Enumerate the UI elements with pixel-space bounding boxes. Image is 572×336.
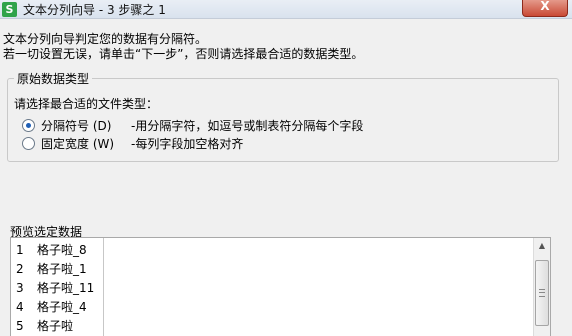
group-legend: 原始数据类型 <box>14 70 93 87</box>
window-title: 文本分列向导 - 3 步骤之 1 <box>23 3 166 17</box>
row-text: 格子啦_4 <box>37 300 87 314</box>
radio-fixed-width[interactable]: 固定宽度 (W) -每列字段加空格对齐 <box>22 135 243 151</box>
scrollbar-thumb[interactable] <box>535 260 549 326</box>
row-number: 3 <box>16 281 24 295</box>
vertical-scrollbar[interactable]: ▲ <box>533 238 550 336</box>
preview-row: 1 格子啦_8 <box>11 241 103 260</box>
row-number: 1 <box>16 243 24 257</box>
preview-pane[interactable]: 1 格子啦_8 2 格子啦_1 3 格子啦_11 4 格子啦_4 5 格子啦 ▲ <box>10 237 551 336</box>
radio-delimited[interactable]: 分隔符号 (D) -用分隔字符，如逗号或制表符分隔每个字段 <box>22 117 363 133</box>
radio-button-checked-icon[interactable] <box>22 119 35 132</box>
radio-button-unchecked-icon[interactable] <box>22 137 35 150</box>
scroll-up-arrow-icon[interactable]: ▲ <box>534 238 550 254</box>
preview-row: 2 格子啦_1 <box>11 260 103 279</box>
close-button[interactable]: X <box>522 0 568 17</box>
row-text: 格子啦_1 <box>37 262 87 276</box>
row-number: 5 <box>16 319 24 333</box>
file-type-prompt: 请选择最合适的文件类型： <box>14 97 159 111</box>
radio-delimited-label[interactable]: 分隔符号 (D) <box>41 117 127 134</box>
row-text: 格子啦_11 <box>37 281 95 295</box>
preview-row: 5 格子啦 <box>11 317 103 336</box>
wps-app-icon: S <box>2 2 17 17</box>
preview-row: 4 格子啦_4 <box>11 298 103 317</box>
radio-fixed-width-description: -每列字段加空格对齐 <box>131 137 244 151</box>
row-number: 2 <box>16 262 24 276</box>
row-text: 格子啦_8 <box>37 243 87 257</box>
preview-row: 3 格子啦_11 <box>11 279 103 298</box>
radio-fixed-width-label[interactable]: 固定宽度 (W) <box>41 135 127 152</box>
instruction-line-2: 若一切设置无误，请单击“下一步”，否则请选择最合适的数据类型。 <box>3 47 364 61</box>
original-data-type-group: 原始数据类型 请选择最合适的文件类型： 分隔符号 (D) -用分隔字符，如逗号或制… <box>7 70 559 162</box>
row-text: 格子啦 <box>37 319 74 333</box>
radio-delimited-description: -用分隔字符，如逗号或制表符分隔每个字段 <box>131 119 364 133</box>
title-bar[interactable]: S 文本分列向导 - 3 步骤之 1 X <box>0 0 572 19</box>
row-number: 4 <box>16 300 24 314</box>
grip-icon <box>539 289 545 297</box>
